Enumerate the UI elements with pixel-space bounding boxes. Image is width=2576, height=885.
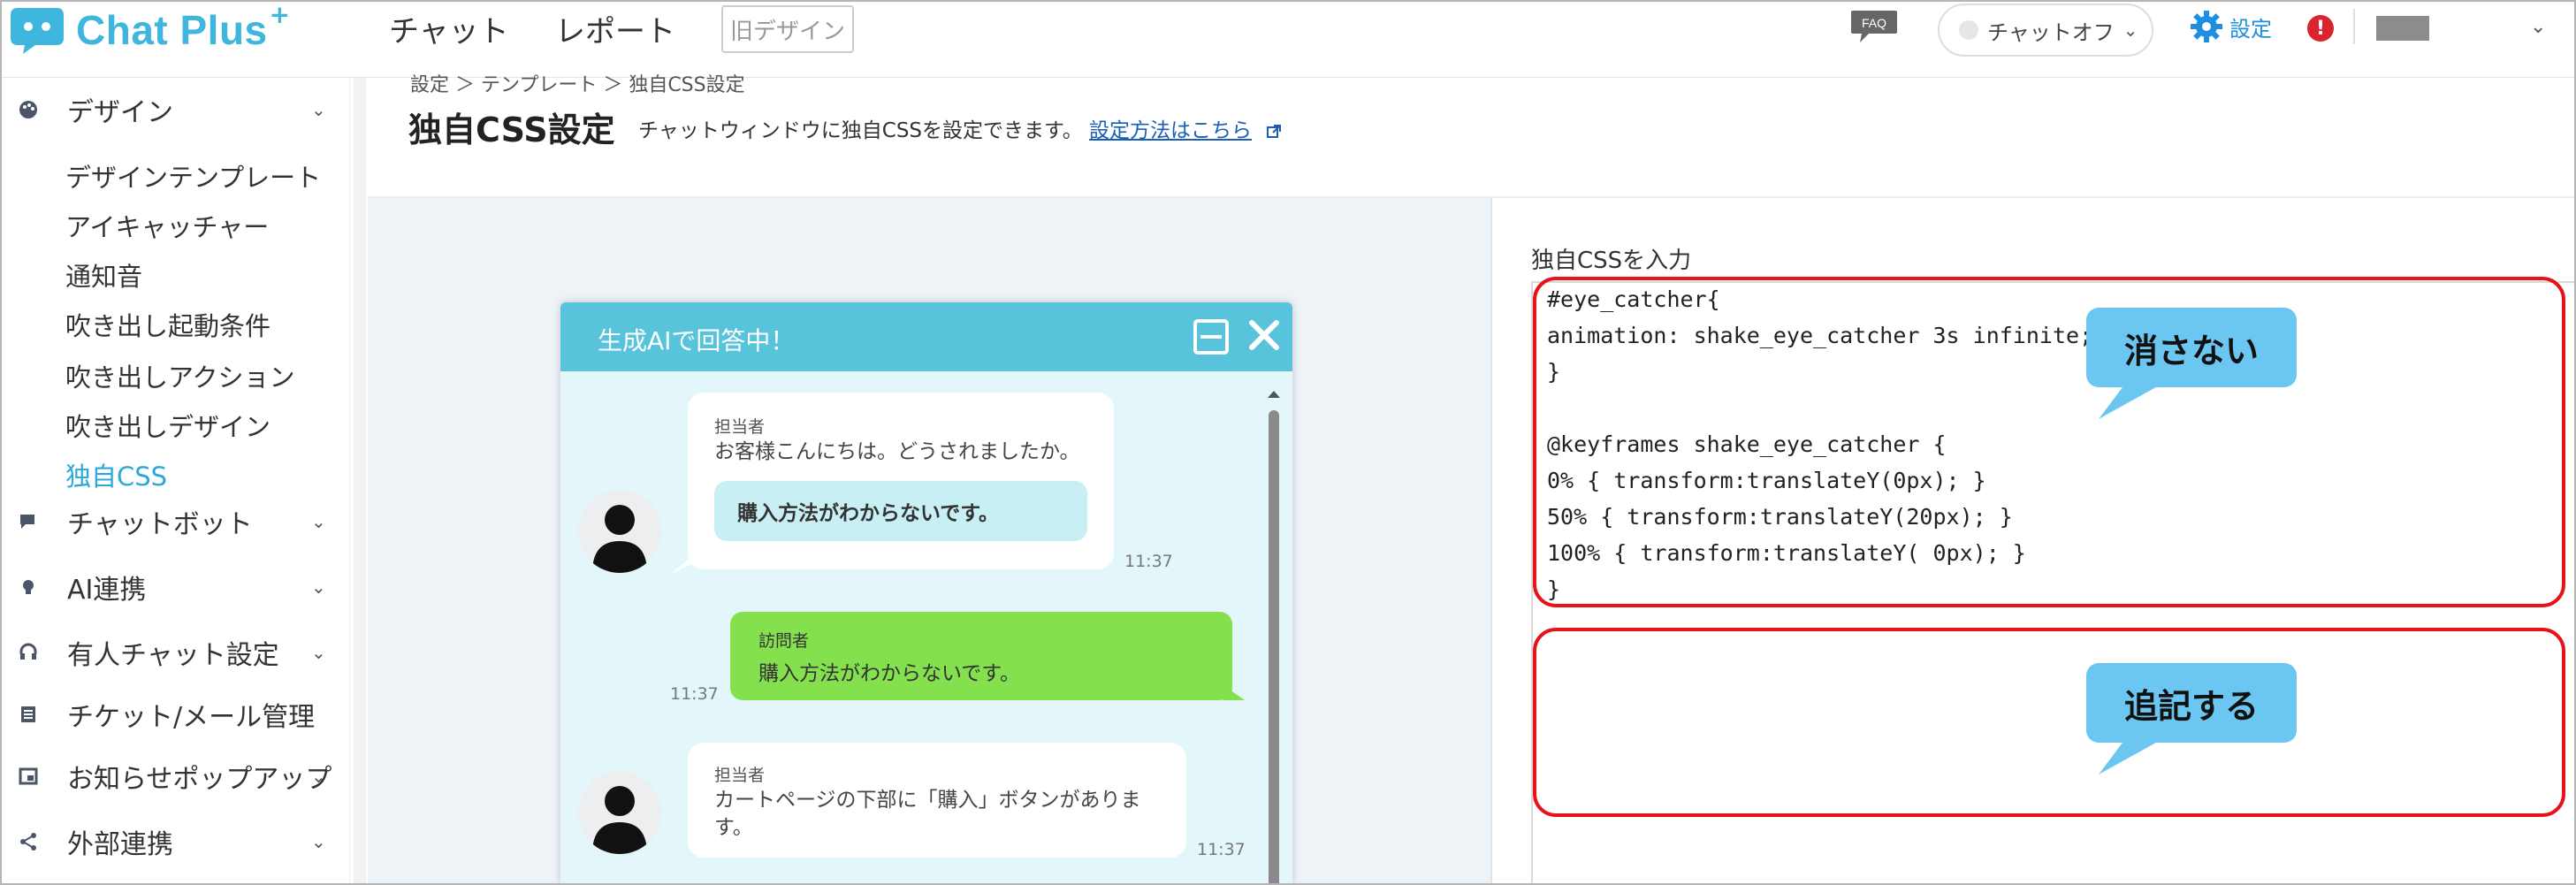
sidebar-item-balloon-action[interactable]: 吹き出しアクション xyxy=(65,357,295,394)
bubble-tail xyxy=(670,557,705,575)
message-time: 11:37 xyxy=(1197,840,1246,859)
headset-icon xyxy=(18,642,39,663)
popup-icon xyxy=(18,766,39,787)
agent-message-bubble: 担当者 カートページの下部に「購入」ボタンがありま す。 xyxy=(688,743,1186,858)
message-text-line: カートページの下部に「購入」ボタンがありま xyxy=(714,789,1141,812)
message-time: 11:37 xyxy=(670,684,719,704)
chat-scrollbar[interactable] xyxy=(1264,384,1284,883)
sidebar-item-balloon-trigger[interactable]: 吹き出し起動条件 xyxy=(65,306,271,343)
chevron-down-icon: ⌄ xyxy=(311,642,326,663)
help-link[interactable]: 設定方法はこちら xyxy=(1089,119,1252,142)
callout-tail xyxy=(2099,739,2162,774)
sidebar-item-design-template[interactable]: デザインテンプレート xyxy=(65,157,321,195)
chat-header: 生成AIで回答中！ xyxy=(560,302,1292,371)
quick-reply-button[interactable]: 購入方法がわからないです。 xyxy=(714,481,1087,541)
sidebar-scrollbar[interactable] xyxy=(354,78,366,883)
header-divider xyxy=(2353,9,2355,44)
css-input-label: 独自CSSを入力 xyxy=(1531,248,1692,274)
nav-report[interactable]: レポート xyxy=(555,7,675,50)
page-subtitle-text: チャットウィンドウに独自CSSを設定できます。 xyxy=(638,119,1083,142)
sidebar-group-label: デザイン xyxy=(67,97,173,128)
share-icon xyxy=(18,831,39,852)
page-title: 独自CSS設定 xyxy=(408,111,615,149)
bubble-tail xyxy=(1215,679,1245,700)
faq-icon[interactable]: FAQ xyxy=(1849,9,1899,44)
chevron-down-icon: ⌄ xyxy=(311,766,326,787)
chevron-down-icon: ⌄ xyxy=(311,831,326,852)
old-design-button[interactable]: 旧デザイン xyxy=(721,5,855,53)
nav-chat[interactable]: チャット xyxy=(389,7,509,50)
external-link-icon[interactable] xyxy=(1267,124,1282,139)
callout-append-text: 追記する xyxy=(2086,663,2297,743)
column-divider xyxy=(1490,198,1492,883)
sidebar-group-label: チケット/メール管理 xyxy=(67,702,316,733)
settings-label: 設定 xyxy=(2229,16,2272,42)
page-subtitle: チャットウィンドウに独自CSSを設定できます。 設定方法はこちら xyxy=(638,113,1282,143)
chevron-down-icon: ⌄ xyxy=(2123,19,2138,41)
sidebar: デザイン ⌄ デザインテンプレート アイキャッチャー 通知音 吹き出し起動条件 … xyxy=(2,78,350,883)
agent-avatar xyxy=(578,490,661,573)
sidebar-group-label: 有人チャット設定 xyxy=(67,640,279,671)
ticket-icon xyxy=(18,704,39,725)
faq-label: FAQ xyxy=(1862,16,1886,30)
chat-header-title: 生成AIで回答中！ xyxy=(598,326,796,355)
sidebar-group-label: AI連携 xyxy=(67,575,147,606)
highlight-existing-css xyxy=(1533,277,2565,607)
status-label: チャットオフ xyxy=(1987,19,2115,45)
chevron-down-icon: ⌄ xyxy=(311,99,326,120)
agent-avatar xyxy=(578,771,661,854)
logo-plus: + xyxy=(269,0,291,29)
chevron-down-icon: ⌄ xyxy=(311,511,326,532)
chat-status-dropdown[interactable]: チャットオフ ⌄ xyxy=(1938,4,2153,57)
message-text: お客様こんにちは。どうされましたか。 xyxy=(714,440,1080,463)
sidebar-group-label: お知らせポップアップ xyxy=(67,764,332,795)
callout-tail xyxy=(2099,384,2162,419)
user-avatar[interactable] xyxy=(2376,16,2429,41)
user-menu-chevron-icon[interactable]: ⌄ xyxy=(2530,16,2546,38)
top-header: Chat Plus + チャット レポート 旧デザイン FAQ チャットオフ ⌄ xyxy=(2,2,2574,78)
close-icon[interactable] xyxy=(1246,317,1282,353)
agent-message-bubble: 担当者 お客様こんにちは。どうされましたか。 購入方法がわからないです。 xyxy=(688,393,1114,569)
status-dot xyxy=(1959,20,1978,40)
sidebar-item-custom-css[interactable]: 独自CSS xyxy=(65,456,167,493)
gear-icon xyxy=(2191,11,2222,42)
sidebar-group-label: チャットボット xyxy=(67,509,253,540)
logo-icon xyxy=(9,4,65,56)
chat-icon xyxy=(18,511,39,532)
scroll-thumb[interactable] xyxy=(1269,410,1279,883)
callout-keep-text: 消さない xyxy=(2086,308,2297,387)
minimize-icon[interactable] xyxy=(1192,317,1231,356)
breadcrumb[interactable]: 設定 ＞ テンプレート ＞ 独自CSS設定 xyxy=(410,69,745,97)
screenshot-frame: Chat Plus + チャット レポート 旧デザイン FAQ チャットオフ ⌄ xyxy=(0,0,2576,885)
message-sender: 訪問者 xyxy=(758,631,810,651)
message-sender: 担当者 xyxy=(714,417,766,437)
chevron-down-icon: ⌄ xyxy=(311,576,326,598)
logo-text: Chat Plus xyxy=(76,7,268,53)
chat-window-preview: 生成AIで回答中！ 担当者 お客様こんにちは。どうされましたか。 購入方法がわか… xyxy=(560,302,1292,883)
sidebar-item-balloon-design[interactable]: 吹き出しデザイン xyxy=(65,407,271,444)
bulb-icon xyxy=(18,576,39,598)
palette-icon xyxy=(18,99,39,120)
message-text: 購入方法がわからないです。 xyxy=(758,662,1021,685)
sidebar-item-eye-catcher[interactable]: アイキャッチャー xyxy=(65,207,269,244)
sidebar-item-notification-sound[interactable]: 通知音 xyxy=(65,256,142,294)
alert-icon[interactable]: ! xyxy=(2307,15,2334,42)
visitor-message-bubble: 訪問者 購入方法がわからないです。 xyxy=(730,612,1232,700)
message-text-line: す。 xyxy=(714,816,753,839)
message-time: 11:37 xyxy=(1124,552,1173,571)
sidebar-group-label: 外部連携 xyxy=(67,829,173,860)
highlight-append-area xyxy=(1533,628,2565,817)
scroll-up-arrow-icon[interactable] xyxy=(1264,384,1284,403)
message-sender: 担当者 xyxy=(714,766,766,785)
settings-button[interactable]: 設定 xyxy=(2189,9,2272,44)
logo[interactable]: Chat Plus + xyxy=(9,2,290,57)
